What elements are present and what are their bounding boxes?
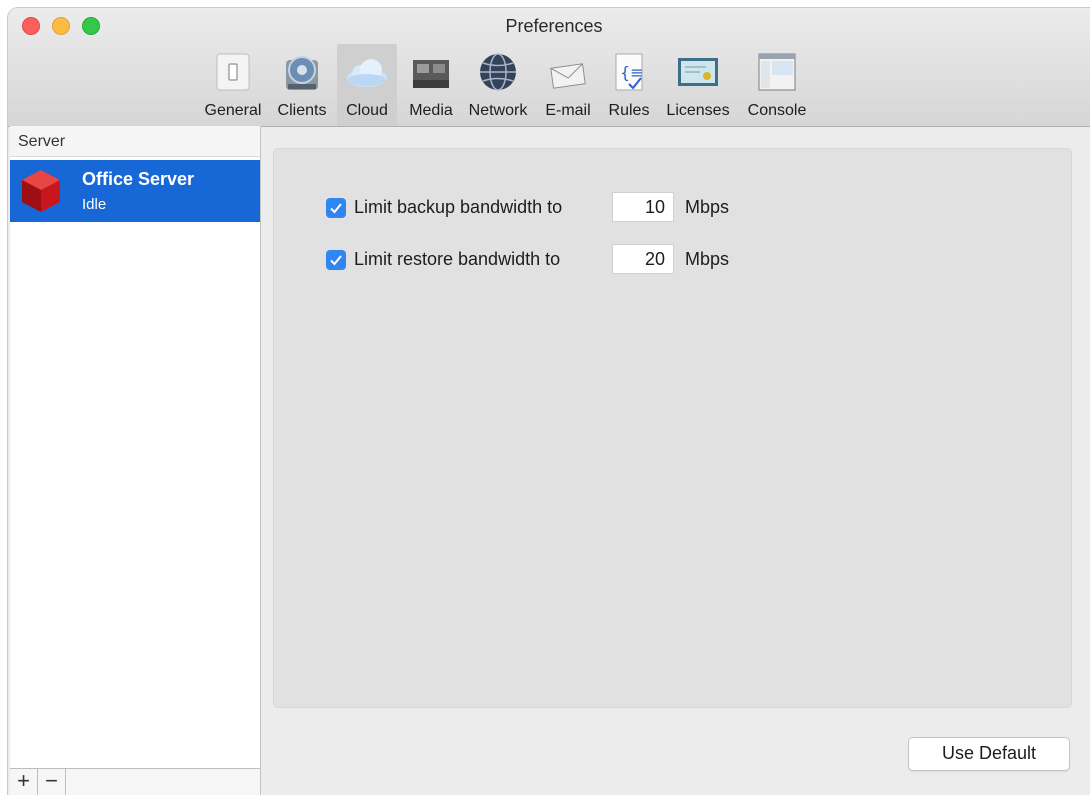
license-certificate-icon	[676, 50, 720, 94]
tab-label: Media	[409, 102, 453, 119]
server-status: Idle	[82, 196, 107, 213]
remove-server-button[interactable]: −	[38, 769, 66, 795]
checkmark-icon	[330, 255, 342, 266]
window-title: Preferences	[505, 16, 603, 36]
backup-bandwidth-field[interactable]	[612, 192, 674, 222]
tab-label: Console	[747, 102, 807, 119]
add-server-button[interactable]: +	[10, 769, 38, 795]
title-bar: Preferences General Clients Cloud Media …	[8, 8, 1090, 127]
server-name: Office Server	[82, 169, 195, 189]
backup-unit-label: Mbps	[685, 197, 730, 217]
sidebar-footer: + −	[10, 768, 260, 795]
use-default-button[interactable]: Use Default	[908, 737, 1070, 771]
restore-unit-label: Mbps	[685, 249, 730, 269]
tab-cloud[interactable]: Cloud	[337, 44, 397, 126]
globe-icon	[476, 50, 520, 94]
tab-clients[interactable]: Clients	[271, 44, 333, 126]
tab-label: Licenses	[666, 102, 730, 119]
server-gem-icon	[18, 168, 64, 214]
media-folder-icon	[409, 50, 453, 94]
tab-network[interactable]: Network	[463, 44, 533, 126]
server-sidebar: Server Office Server Idle + −	[10, 126, 261, 795]
rules-document-icon: {≡	[607, 50, 651, 94]
cloud-settings-panel: Limit backup bandwidth to Mbps Limit res…	[273, 148, 1072, 708]
tab-console[interactable]: Console	[742, 44, 812, 126]
tab-label: Cloud	[346, 102, 388, 119]
server-list-item[interactable]: Office Server Idle	[10, 160, 260, 222]
tab-label: Clients	[277, 102, 327, 119]
tab-label: Network	[468, 102, 528, 119]
backup-limit-label: Limit backup bandwidth to	[354, 197, 563, 217]
restore-limit-label: Limit restore bandwidth to	[354, 249, 561, 269]
backup-limit-checkbox[interactable]	[326, 198, 346, 218]
tab-label: General	[204, 102, 262, 119]
tab-rules[interactable]: {≡ Rules	[601, 44, 657, 126]
tab-label: Rules	[608, 102, 650, 119]
restore-limit-checkbox[interactable]	[326, 250, 346, 270]
checkmark-icon	[330, 203, 342, 214]
preferences-window: Preferences General Clients Cloud Media …	[8, 8, 1090, 795]
sidebar-header: Server	[10, 126, 260, 157]
tab-label: E-mail	[545, 102, 591, 119]
switch-icon	[211, 50, 255, 94]
tab-email[interactable]: E-mail	[538, 44, 598, 126]
console-window-icon	[755, 50, 799, 94]
tab-licenses[interactable]: Licenses	[660, 44, 736, 126]
restore-bandwidth-field[interactable]	[612, 244, 674, 274]
cloud-icon	[345, 50, 389, 94]
client-drive-icon	[280, 50, 324, 94]
tab-general[interactable]: General	[200, 44, 266, 126]
tab-media[interactable]: Media	[401, 44, 461, 126]
envelope-icon	[546, 50, 590, 94]
